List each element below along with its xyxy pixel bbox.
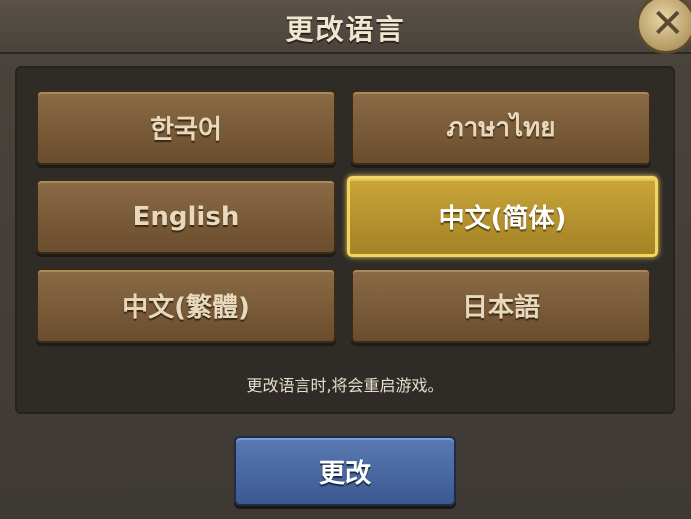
restart-notice: 更改语言时,将会重启游戏。 xyxy=(246,376,444,395)
title-bar: 更改语言 xyxy=(0,0,691,54)
dialog-title: 更改语言 xyxy=(285,13,406,46)
close-x-icon: ✕ xyxy=(651,1,685,47)
language-option-korean[interactable]: 한국어 xyxy=(36,90,336,165)
language-option-traditional-chinese[interactable]: 中文(繁體) xyxy=(36,268,336,343)
language-option-english[interactable]: English xyxy=(36,179,336,254)
confirm-change-button[interactable]: 更改 xyxy=(234,436,456,506)
language-option-thai[interactable]: ภาษาไทย xyxy=(351,90,651,165)
language-option-japanese[interactable]: 日本語 xyxy=(351,268,651,343)
language-dialog: 更改语言 ✕ 한국어 ภาษาไทย English 中文(简体) 中文(繁體)… xyxy=(0,0,691,519)
language-option-simplified-chinese[interactable]: 中文(简体) xyxy=(347,176,658,257)
